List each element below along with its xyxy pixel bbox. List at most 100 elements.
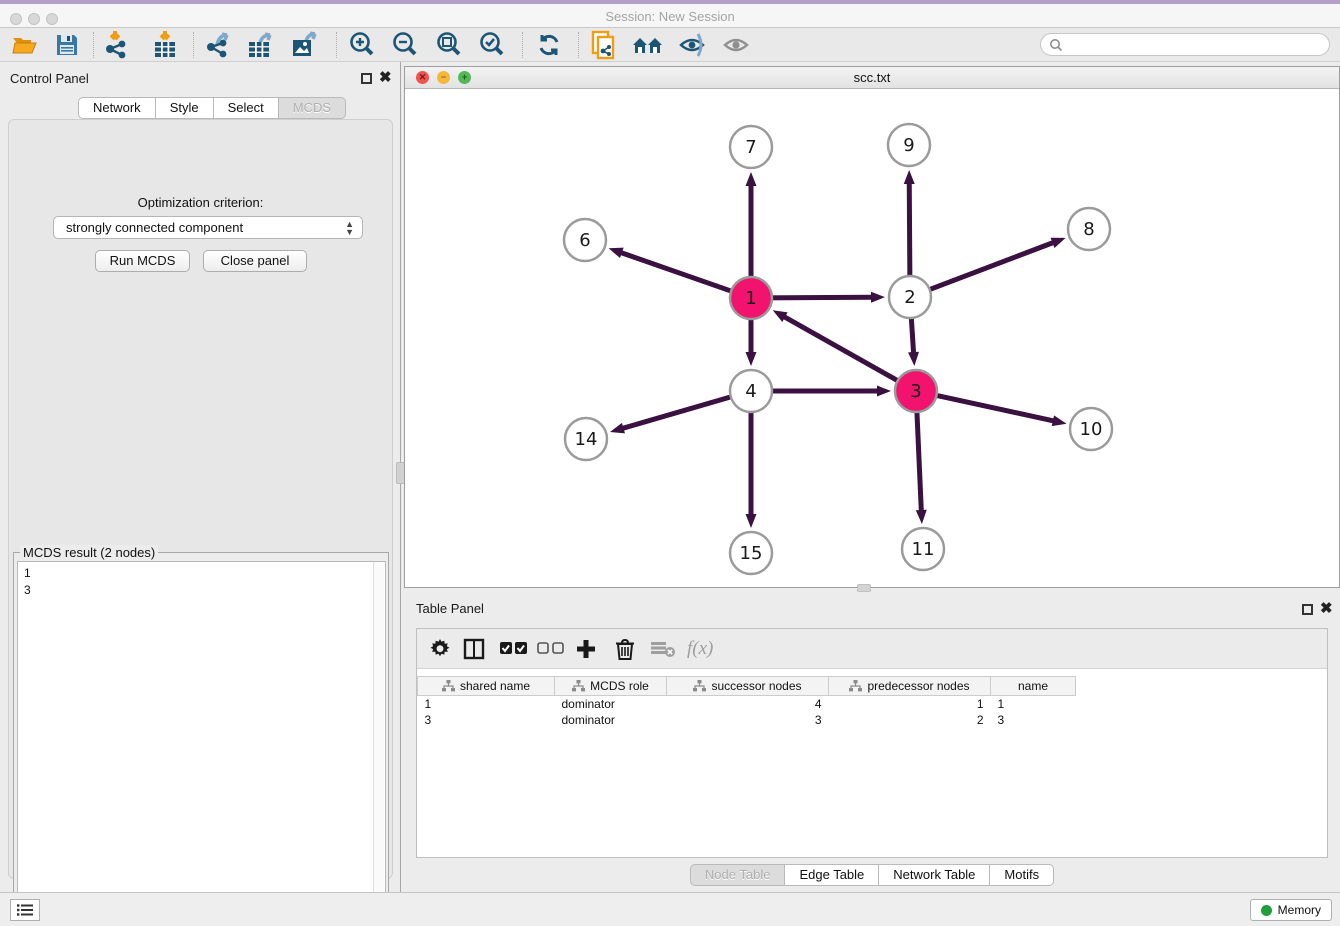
node-table-header[interactable]: shared nameMCDS rolesuccessor nodesprede… — [418, 677, 1076, 696]
table-tab-network-table[interactable]: Network Table — [879, 864, 990, 886]
float-table-panel-icon[interactable] — [1302, 604, 1313, 615]
table-panel-title: Table Panel — [416, 601, 484, 616]
memory-button-label: Memory — [1278, 903, 1321, 917]
edge-arrowhead — [746, 514, 757, 528]
zoom-in-icon[interactable] — [345, 31, 379, 59]
edge-arrowhead — [908, 352, 919, 366]
table-row[interactable]: 3dominator323 — [418, 712, 1076, 728]
table-cell[interactable]: 1 — [829, 696, 991, 712]
graph-node-label: 15 — [740, 543, 763, 564]
first-neighbors-icon[interactable] — [631, 31, 665, 59]
function-builder-icon: f(x) — [687, 635, 713, 663]
delete-column-icon[interactable] — [615, 635, 635, 663]
save-session-icon[interactable] — [50, 31, 84, 59]
graph-node-label: 1 — [745, 288, 756, 309]
node-table[interactable]: shared nameMCDS rolesuccessor nodesprede… — [417, 676, 1076, 728]
export-image-icon[interactable] — [288, 31, 322, 59]
edge-arrowhead — [610, 423, 625, 434]
edge-arrowhead — [877, 386, 891, 397]
network-graph: 7968124314101511 — [405, 89, 1339, 587]
graph-node-label: 10 — [1080, 419, 1103, 440]
network-from-selection-icon[interactable] — [587, 31, 621, 59]
table-panel: Table Panel ✖ — [404, 596, 1340, 892]
table-cell[interactable]: 1 — [991, 696, 1076, 712]
edge-1-6[interactable] — [620, 252, 747, 296]
table-cell[interactable]: 3 — [418, 712, 555, 728]
edge-arrowhead — [904, 170, 915, 184]
control-panel-tabs: NetworkStyleSelectMCDS — [78, 97, 346, 119]
deselect-all-icon[interactable] — [537, 635, 565, 663]
edge-arrowhead — [916, 510, 927, 524]
import-network-icon[interactable] — [101, 31, 135, 59]
show-panels-list-button[interactable] — [10, 899, 40, 921]
close-panel-button[interactable]: Close panel — [203, 250, 307, 272]
float-panel-icon[interactable] — [361, 73, 372, 84]
export-table-icon[interactable] — [244, 31, 278, 59]
select-all-icon[interactable] — [500, 635, 528, 663]
table-cell[interactable]: 1 — [418, 696, 555, 712]
graph-node-label: 9 — [903, 135, 914, 156]
table-cell[interactable]: 3 — [667, 712, 829, 728]
zoom-selected-icon[interactable] — [475, 31, 509, 59]
network-view-window: ✕ − + scc.txt 7968124314101511 — [404, 66, 1340, 588]
column-header-name[interactable]: name — [991, 677, 1076, 696]
column-header-predecessor-nodes[interactable]: predecessor nodes — [829, 677, 991, 696]
zoom-out-icon[interactable] — [388, 31, 422, 59]
import-table-icon[interactable] — [148, 31, 182, 59]
mcds-result-text[interactable]: 1 3 — [17, 561, 386, 926]
mcds-result-title: MCDS result (2 nodes) — [20, 545, 158, 560]
column-header-successor-nodes[interactable]: successor nodes — [667, 677, 829, 696]
export-network-icon[interactable] — [201, 31, 235, 59]
column-header-MCDS-role[interactable]: MCDS role — [555, 677, 667, 696]
add-column-icon[interactable] — [575, 635, 597, 663]
column-view-icon[interactable] — [463, 635, 485, 663]
close-table-panel-icon[interactable]: ✖ — [1320, 601, 1333, 617]
window-title: Session: New Session — [0, 9, 1340, 24]
open-session-icon[interactable] — [8, 31, 42, 59]
search-input[interactable] — [1040, 33, 1330, 56]
control-panel-title: Control Panel — [10, 71, 89, 86]
tab-network[interactable]: Network — [78, 97, 156, 119]
table-row[interactable]: 1dominator411 — [418, 696, 1076, 712]
gear-icon[interactable] — [429, 635, 451, 663]
edge-arrowhead — [609, 248, 624, 258]
horizontal-splitter-thumb[interactable] — [857, 584, 871, 592]
main-toolbar — [0, 28, 1340, 62]
hide-selected-icon[interactable] — [675, 31, 709, 59]
show-all-icon[interactable] — [719, 31, 753, 59]
close-panel-icon[interactable]: ✖ — [379, 70, 392, 86]
column-header-shared-name[interactable]: shared name — [418, 677, 555, 696]
table-tab-edge-table[interactable]: Edge Table — [785, 864, 879, 886]
table-cell[interactable]: dominator — [555, 696, 667, 712]
graph-node-label: 11 — [912, 539, 935, 560]
refresh-layout-icon[interactable] — [532, 31, 566, 59]
table-toolbar: f(x) — [417, 629, 1327, 669]
run-mcds-button[interactable]: Run MCDS — [95, 250, 190, 272]
tab-select[interactable]: Select — [214, 97, 279, 119]
graph-node-label: 7 — [745, 137, 756, 158]
network-canvas[interactable]: 7968124314101511 — [405, 89, 1339, 587]
table-tab-node-table[interactable]: Node Table — [690, 864, 786, 886]
zoom-fit-icon[interactable] — [432, 31, 466, 59]
table-cell[interactable]: 4 — [667, 696, 829, 712]
toolbar-separator — [336, 32, 337, 58]
table-tab-motifs[interactable]: Motifs — [990, 864, 1054, 886]
mcds-tab-content: Optimization criterion: strongly connect… — [8, 119, 393, 879]
table-cell[interactable]: dominator — [555, 712, 667, 728]
table-cell[interactable]: 2 — [829, 712, 991, 728]
edge-3-1[interactable] — [783, 316, 912, 389]
tab-mcds[interactable]: MCDS — [279, 97, 346, 119]
tab-style[interactable]: Style — [156, 97, 214, 119]
table-cell[interactable]: 3 — [991, 712, 1076, 728]
memory-button[interactable]: Memory — [1250, 899, 1332, 921]
edge-arrowhead — [1051, 238, 1066, 248]
edge-2-8[interactable] — [914, 242, 1055, 295]
mcds-result-scrollbar[interactable] — [373, 562, 384, 926]
optimization-criterion-select[interactable]: strongly connected component ▲▼ — [53, 216, 363, 239]
delete-table-icon — [651, 635, 675, 663]
edge-3-10[interactable] — [920, 392, 1055, 421]
node-table-body[interactable]: 1dominator4113dominator323 — [418, 696, 1076, 728]
network-window-titlebar: ✕ − + scc.txt — [405, 67, 1339, 89]
status-bar: Memory — [0, 892, 1340, 926]
edge-4-14[interactable] — [622, 392, 748, 429]
